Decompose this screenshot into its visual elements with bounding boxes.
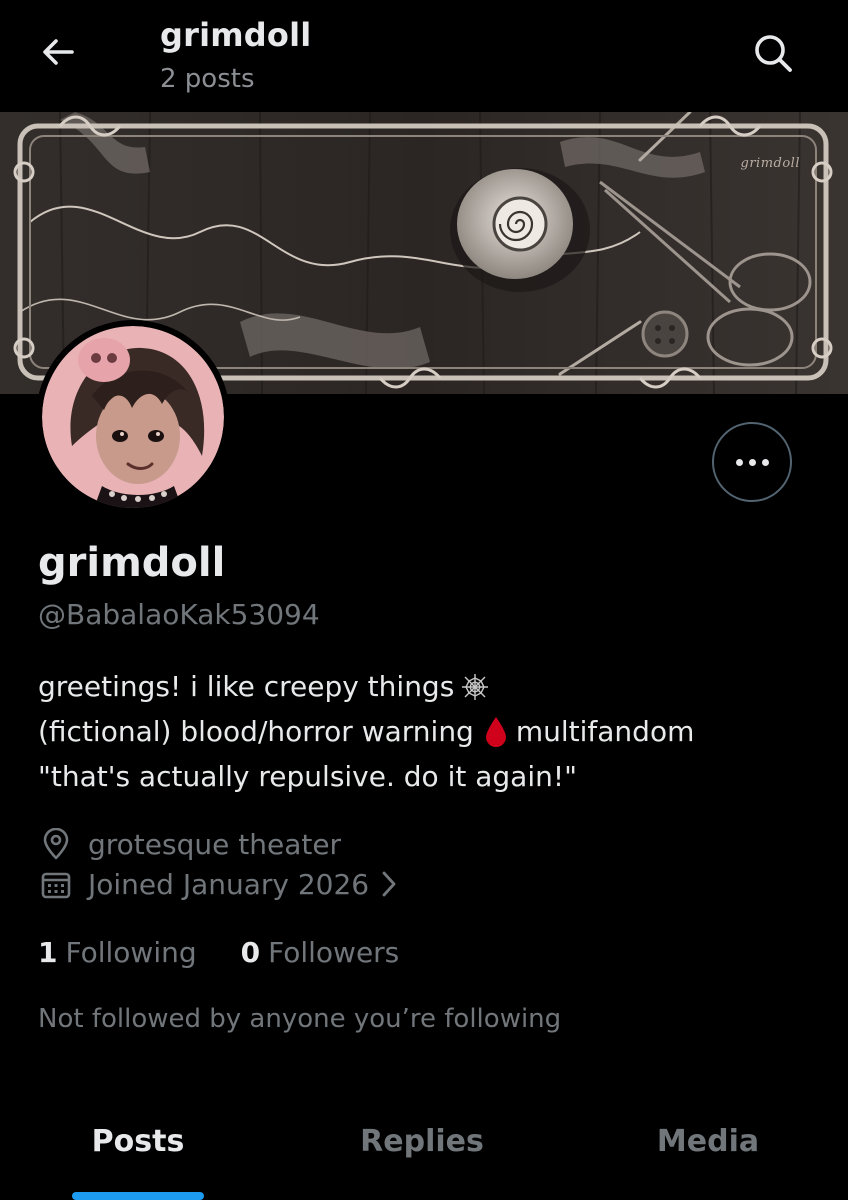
not-followed-notice: Not followed by anyone you’re following (38, 1004, 562, 1034)
top-bar: grimdoll 2 posts (0, 0, 848, 112)
more-button[interactable] (712, 422, 792, 502)
profile-location: grotesque theater (38, 826, 341, 862)
spiderweb-icon (460, 672, 490, 702)
bio-text-3: multifandom (515, 715, 695, 748)
active-tab-indicator (72, 1192, 204, 1200)
tab-replies-label: Replies (360, 1124, 484, 1159)
blood-drop-icon (484, 716, 508, 748)
location-pin-icon (38, 826, 74, 862)
followers-label: Followers (268, 936, 400, 969)
bio-line-3: "that's actually repulsive. do it again!… (38, 754, 818, 799)
user-handle: @BabalaoKak53094 (38, 598, 320, 631)
tab-posts-label: Posts (91, 1124, 185, 1159)
search-button[interactable] (748, 30, 798, 80)
follow-stats: 1 Following 0 Followers (38, 936, 443, 969)
profile-tabs: Posts Replies Media (0, 1096, 848, 1200)
profile-page: grimdoll 2 posts grimdoll grimdoll @Baba… (0, 0, 848, 1200)
location-text: grotesque theater (88, 827, 342, 861)
banner-signature: grimdoll (740, 156, 800, 171)
back-button[interactable] (36, 32, 80, 76)
calendar-icon (38, 866, 74, 902)
header-post-count: 2 posts (160, 64, 255, 94)
tab-replies[interactable]: Replies (322, 1096, 522, 1200)
display-name: grimdoll (38, 540, 226, 586)
tab-media[interactable]: Media (608, 1096, 808, 1200)
bio-text-2: (fictional) blood/horror warning (38, 715, 474, 748)
profile-joined[interactable]: Joined January 2026 (38, 866, 397, 902)
followers-link[interactable]: 0 Followers (241, 936, 400, 969)
following-label: Following (65, 936, 197, 969)
tab-posts[interactable]: Posts (38, 1096, 238, 1200)
bio-text-1: greetings! i like creepy things (38, 670, 455, 703)
bio-line-2: (fictional) blood/horror warning multifa… (38, 709, 818, 754)
search-icon (752, 32, 794, 78)
following-link[interactable]: 1 Following (38, 936, 197, 969)
bio: greetings! i like creepy things (fiction… (38, 664, 818, 799)
followers-count: 0 (240, 936, 261, 969)
tab-media-label: Media (656, 1124, 760, 1159)
following-count: 1 (38, 936, 58, 969)
bio-line-1: greetings! i like creepy things (38, 664, 818, 709)
chevron-right-icon (381, 870, 397, 898)
header-title: grimdoll (160, 16, 312, 54)
joined-text: Joined January 2026 (88, 867, 370, 901)
bio-text-4: "that's actually repulsive. do it again!… (38, 760, 577, 793)
arrow-left-icon (38, 32, 78, 76)
avatar[interactable] (36, 320, 230, 514)
more-icon (733, 458, 772, 466)
